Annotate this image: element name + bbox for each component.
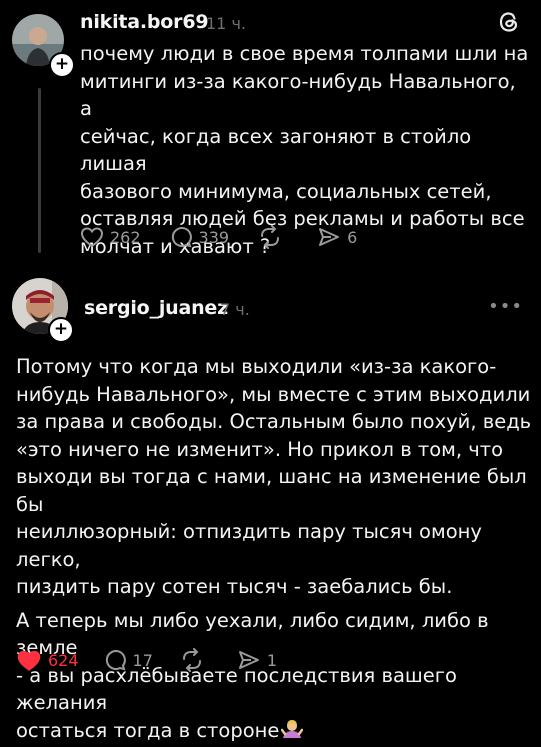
comment-bubble-icon	[105, 650, 126, 671]
repost-icon	[182, 648, 201, 672]
reply-button[interactable]: 339	[169, 225, 230, 249]
repost-icon	[261, 225, 280, 249]
threads-logo-icon[interactable]	[497, 10, 521, 38]
text-line: нибудь Навального», мы вместе с этим вых…	[16, 382, 531, 406]
share-count: 1	[266, 650, 278, 670]
text-line: митинги из-за какого-нибудь Навального, …	[80, 69, 516, 121]
action-bar: 262 339 6	[80, 225, 385, 249]
heart-icon	[17, 650, 41, 671]
follow-plus-button[interactable]: +	[49, 52, 75, 78]
more-dots-icon[interactable]: •••	[488, 296, 523, 317]
like-button[interactable]: 624	[16, 649, 79, 672]
reply-count: 17	[132, 650, 153, 670]
post-time: 7 ч.	[220, 300, 250, 319]
text-line: сейчас, когда всех загоняют в стойло лиш…	[80, 124, 472, 176]
thread-post-2: + sergio_juanez 7 ч. ••• Потому что когд…	[0, 265, 541, 742]
action-bar: 624 17 1	[16, 648, 305, 672]
username[interactable]: sergio_juanez	[84, 297, 228, 319]
repost-button[interactable]	[257, 225, 289, 249]
like-button[interactable]: 262	[80, 226, 141, 248]
text-line: за права и свободы. Остальным было похуй…	[16, 410, 532, 433]
text-line-last: остаться тогда в стороне	[16, 717, 536, 745]
text-line: пиздить пару сотен тысяч - заебались бы.	[16, 575, 453, 598]
thread-post-1: + nikita.bor69 11 ч. почему люди в свое …	[0, 0, 541, 265]
thread-connector-line	[38, 88, 41, 253]
heart-icon	[80, 227, 104, 248]
send-icon	[319, 228, 340, 246]
reply-count: 339	[198, 227, 230, 247]
text-line: «это ничего не изменит». Но прикол в том…	[16, 437, 504, 461]
text-line: неиллюзорный: отпиздить пару тысяч омону…	[16, 520, 482, 571]
share-button[interactable]: 1	[237, 649, 277, 671]
share-button[interactable]: 6	[317, 226, 357, 248]
post-time: 11 ч.	[206, 14, 246, 33]
username[interactable]: nikita.bor69	[80, 11, 209, 33]
comment-bubble-icon	[171, 227, 192, 248]
like-count: 624	[48, 650, 79, 670]
text-line: остаться тогда в стороне	[16, 718, 280, 742]
text-line: почему люди в свое время толпами шли на	[80, 42, 529, 65]
repost-button[interactable]	[179, 648, 211, 672]
like-count: 262	[110, 227, 141, 247]
share-count: 6	[347, 227, 358, 247]
shrug-emoji-icon	[281, 718, 304, 740]
follow-plus-button[interactable]: +	[48, 317, 74, 343]
text-line: базового минимума, социальных сетей,	[80, 179, 492, 203]
reply-button[interactable]: 17	[103, 648, 153, 672]
text-line: выходи вы тогда с нами, шанс на изменени…	[16, 465, 527, 516]
reply-text: Потому что когда мы выходили «из-за како…	[16, 353, 536, 744]
text-line: Потому что когда мы выходили «из-за како…	[16, 355, 497, 378]
send-icon	[238, 651, 259, 669]
